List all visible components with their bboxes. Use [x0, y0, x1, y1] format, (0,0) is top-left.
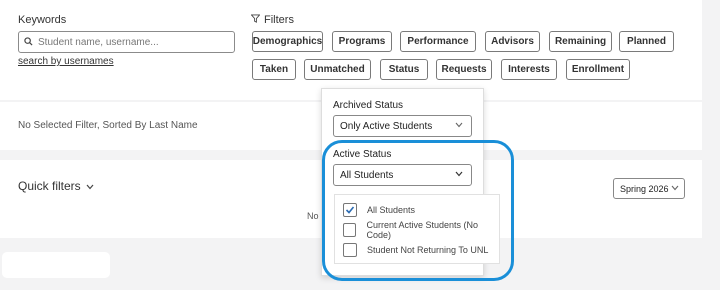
search-by-usernames-link[interactable]: search by usernames	[18, 56, 114, 67]
option-label: Current Active Students (No Code)	[366, 220, 479, 240]
option-current-active-students[interactable]: Current Active Students (No Code)	[343, 220, 499, 240]
keywords-label: Keywords	[18, 14, 67, 26]
active-status-value: All Students	[340, 169, 394, 181]
term-select-value: Spring 2026	[620, 183, 669, 194]
results-partial-text: No	[307, 211, 319, 221]
search-filter-panel: Keywords search by usernames Filters Dem…	[0, 0, 702, 100]
archived-status-value: Only Active Students	[340, 120, 433, 132]
filter-enrollment[interactable]: Enrollment	[566, 59, 630, 80]
filters-heading: Filters	[250, 14, 294, 26]
filter-demographics[interactable]: Demographics	[252, 31, 323, 52]
filter-interests[interactable]: Interests	[501, 59, 557, 80]
checkbox-unchecked[interactable]	[343, 243, 357, 257]
funnel-icon	[250, 14, 261, 26]
archived-status-select[interactable]: Only Active Students	[333, 115, 472, 137]
chevron-down-icon	[455, 169, 463, 179]
checkbox-checked[interactable]	[343, 203, 357, 217]
filter-status[interactable]: Status	[380, 59, 428, 80]
chevron-down-icon	[671, 183, 679, 193]
quick-filters-label: Quick filters	[18, 179, 81, 193]
filter-taken[interactable]: Taken	[252, 59, 296, 80]
term-select[interactable]: Spring 2026	[613, 178, 685, 199]
filter-unmatched[interactable]: Unmatched	[304, 59, 371, 80]
filter-advisors[interactable]: Advisors	[485, 31, 540, 52]
archived-status-label: Archived Status	[333, 100, 404, 111]
filters-label: Filters	[264, 14, 294, 26]
filter-programs[interactable]: Programs	[332, 31, 392, 52]
filter-planned[interactable]: Planned	[619, 31, 674, 52]
search-icon	[24, 33, 33, 51]
footer-blank-pill	[2, 252, 110, 278]
checkbox-unchecked[interactable]	[343, 223, 357, 237]
search-input[interactable]	[38, 36, 218, 48]
active-status-label: Active Status	[333, 149, 392, 160]
chevron-down-icon	[86, 179, 94, 193]
filter-requests[interactable]: Requests	[436, 59, 492, 80]
option-label: All Students	[367, 205, 416, 215]
quick-filters-toggle[interactable]: Quick filters	[18, 179, 94, 193]
filter-summary-text: No Selected Filter, Sorted By Last Name	[18, 120, 198, 131]
option-all-students[interactable]: All Students	[343, 202, 415, 218]
option-label: Student Not Returning To UNL	[367, 245, 489, 255]
active-status-select[interactable]: All Students	[333, 164, 472, 186]
filter-remaining[interactable]: Remaining	[549, 31, 612, 52]
search-box[interactable]	[18, 31, 235, 53]
filter-performance[interactable]: Performance	[400, 31, 476, 52]
option-not-returning[interactable]: Student Not Returning To UNL	[343, 242, 488, 258]
chevron-down-icon	[455, 120, 463, 130]
active-status-options-list: All Students Current Active Students (No…	[334, 194, 500, 264]
